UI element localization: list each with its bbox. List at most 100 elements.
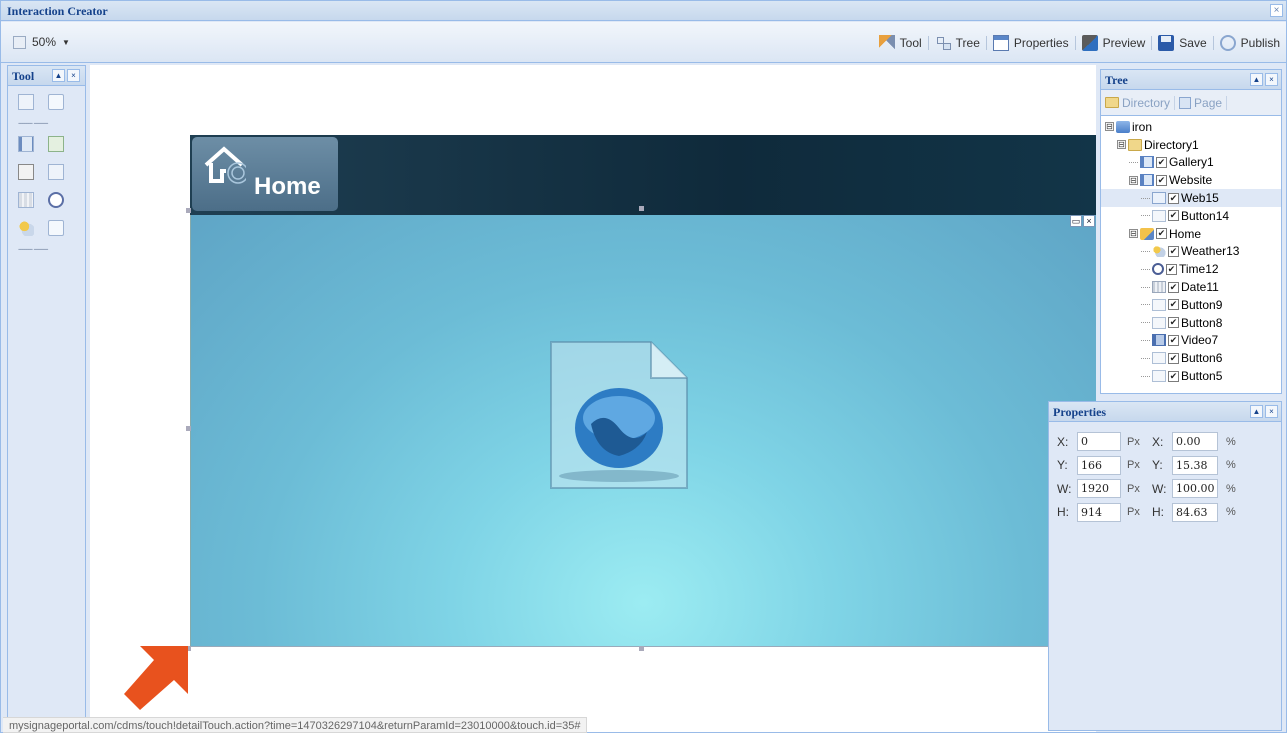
- tree-node[interactable]: ✔ Weather13: [1101, 243, 1281, 261]
- text-effect-tool-icon[interactable]: [48, 164, 64, 180]
- collapse-button[interactable]: ▲: [1250, 73, 1263, 86]
- visibility-checkbox[interactable]: ✔: [1168, 370, 1179, 382]
- tree-node[interactable]: ✔ Video7: [1101, 332, 1281, 350]
- visibility-checkbox[interactable]: ✔: [1168, 245, 1179, 257]
- tool-button[interactable]: Tool: [873, 34, 928, 52]
- select-area-tool-icon[interactable]: [18, 94, 34, 110]
- h-px-field[interactable]: [1077, 502, 1121, 522]
- save-button-label: Save: [1179, 36, 1207, 50]
- visibility-checkbox[interactable]: ✔: [1168, 192, 1179, 204]
- w-label: W:: [1057, 481, 1072, 496]
- tree-node[interactable]: ✔ Button5: [1101, 367, 1281, 385]
- close-window-button[interactable]: ×: [1270, 4, 1283, 17]
- x-px-field[interactable]: [1077, 432, 1121, 451]
- tree-button[interactable]: Tree: [929, 34, 986, 52]
- property-row-x: X: Px X: %: [1057, 430, 1281, 453]
- collapse-button[interactable]: ▲: [1250, 405, 1263, 418]
- resize-handle[interactable]: [186, 426, 191, 431]
- publish-button-label: Publish: [1240, 36, 1280, 50]
- remove-element-button[interactable]: ×: [1083, 215, 1095, 227]
- tree-node-label: Button9: [1181, 297, 1223, 312]
- preview-button[interactable]: Preview: [1076, 34, 1152, 52]
- web-page-tool-icon[interactable]: [48, 220, 64, 236]
- tree-connector: [1141, 268, 1150, 270]
- collapse-button[interactable]: ▲: [52, 69, 65, 82]
- main-toolbar: 50% ▼ Tool Tree Properties Preview Save …: [1, 22, 1286, 63]
- visibility-checkbox[interactable]: ✔: [1156, 228, 1167, 240]
- tree-node-label: Date11: [1181, 280, 1219, 295]
- weather-tool-icon[interactable]: [18, 220, 34, 236]
- tree-node[interactable]: ✔ Button8: [1101, 314, 1281, 332]
- tool-grid: ------- ------- ------- -------: [8, 86, 85, 254]
- properties-grid: X: Px X: % Y: Px Y: % W: Px: [1049, 422, 1281, 524]
- close-panel-button[interactable]: ×: [67, 69, 80, 82]
- tree-node[interactable]: ✔ Button6: [1101, 349, 1281, 367]
- tree-node[interactable]: ⊟ ✔ Website: [1101, 171, 1281, 189]
- visibility-checkbox[interactable]: ✔: [1168, 334, 1179, 346]
- tree-connector: [1141, 215, 1150, 217]
- page-stage: Home ▭ ×: [186, 135, 1096, 651]
- close-panel-button[interactable]: ×: [1265, 73, 1278, 86]
- visibility-checkbox[interactable]: ✔: [1168, 317, 1179, 329]
- tree-connector: [1141, 339, 1150, 341]
- y-px-field[interactable]: [1077, 455, 1121, 475]
- button-tool-icon[interactable]: [48, 94, 64, 110]
- tree-expander-icon[interactable]: ⊟: [1129, 229, 1138, 239]
- tree-node[interactable]: ✔ Gallery1: [1101, 154, 1281, 172]
- window-title: Interaction Creator: [7, 4, 108, 18]
- visibility-checkbox[interactable]: ✔: [1168, 352, 1179, 364]
- clock-icon: [1152, 263, 1164, 276]
- px-unit: Px: [1127, 506, 1140, 518]
- text-tool-icon[interactable]: [18, 164, 34, 180]
- h-percent-field[interactable]: [1172, 502, 1218, 522]
- tree-toolbar: Directory Page: [1101, 90, 1281, 116]
- preview-icon: [1081, 35, 1098, 51]
- px-unit: Px: [1127, 435, 1140, 448]
- home-logo-text: Home: [254, 173, 321, 200]
- visibility-checkbox[interactable]: ✔: [1156, 156, 1167, 168]
- save-button[interactable]: Save: [1152, 34, 1212, 52]
- web-document-icon: [550, 341, 688, 489]
- tree-node[interactable]: ✔ Time12: [1101, 260, 1281, 278]
- tree-node[interactable]: ✔ Button9: [1101, 296, 1281, 314]
- x-percent-field[interactable]: [1172, 432, 1218, 451]
- resize-handle[interactable]: [639, 206, 644, 211]
- page-button[interactable]: Page: [1179, 96, 1222, 110]
- tree-connector: [1141, 304, 1150, 306]
- properties-button[interactable]: Properties: [987, 34, 1075, 52]
- tree-node[interactable]: ⊟ ✔ Home: [1101, 225, 1281, 243]
- tree-expander-icon[interactable]: ⊟: [1105, 122, 1114, 132]
- w-percent-field[interactable]: [1172, 479, 1218, 498]
- tree-expander-icon[interactable]: ⊟: [1117, 140, 1126, 150]
- home-logo-button[interactable]: Home: [192, 137, 338, 211]
- visibility-checkbox[interactable]: ✔: [1168, 281, 1179, 293]
- tree-node[interactable]: ⊟ Directory1: [1101, 136, 1281, 154]
- tree-node[interactable]: ✔ Date11: [1101, 278, 1281, 296]
- w-px-field[interactable]: [1077, 479, 1121, 498]
- visibility-checkbox[interactable]: ✔: [1168, 299, 1179, 311]
- directory-button[interactable]: Directory: [1105, 96, 1170, 110]
- tree-node-label: Button6: [1181, 351, 1223, 366]
- tool-separator: ------- -------: [18, 118, 48, 128]
- date-tool-icon[interactable]: [18, 192, 34, 208]
- zoom-dropdown[interactable]: 50% ▼: [13, 35, 70, 49]
- toolbar-separator: [1226, 95, 1228, 110]
- gallery-tool-icon[interactable]: [18, 136, 34, 152]
- resize-handle[interactable]: [639, 646, 644, 651]
- visibility-checkbox[interactable]: ✔: [1156, 174, 1167, 186]
- design-canvas[interactable]: Home ▭ ×: [90, 65, 1096, 732]
- web15-element[interactable]: ▭ ×: [190, 215, 1096, 647]
- close-panel-button[interactable]: ×: [1265, 405, 1278, 418]
- resize-handle[interactable]: [186, 208, 191, 213]
- image-tool-icon[interactable]: [48, 136, 64, 152]
- maximize-element-button[interactable]: ▭: [1070, 215, 1082, 227]
- tree-node[interactable]: ✔ Web15: [1101, 189, 1281, 207]
- publish-button[interactable]: Publish: [1214, 34, 1286, 52]
- clock-tool-icon[interactable]: [48, 192, 64, 208]
- visibility-checkbox[interactable]: ✔: [1168, 210, 1179, 222]
- visibility-checkbox[interactable]: ✔: [1166, 263, 1177, 275]
- tree-expander-icon[interactable]: ⊟: [1129, 175, 1138, 185]
- tree-node[interactable]: ✔ Button14: [1101, 207, 1281, 225]
- y-percent-field[interactable]: [1172, 455, 1218, 475]
- tree-node[interactable]: ⊟ iron: [1101, 118, 1281, 136]
